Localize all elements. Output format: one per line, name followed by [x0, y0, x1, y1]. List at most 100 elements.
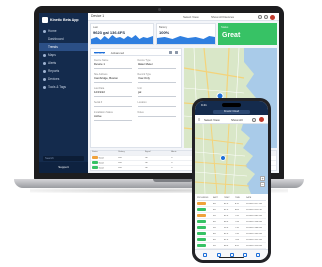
sidebar-item-reports[interactable]: Reports	[39, 67, 88, 75]
sidebar: Kinetic Beta App Home Dashboard Trends M…	[39, 13, 88, 173]
sidebar-search-input[interactable]: Search	[43, 156, 84, 161]
map-icon	[43, 53, 46, 57]
field-last-data[interactable]: Last Data 12/19/22	[94, 87, 135, 97]
show-devices-dropdown[interactable]: Show All Devices	[211, 15, 234, 19]
sidebar-item-label: Alerts	[48, 61, 57, 65]
column-header[interactable]: DATE	[246, 197, 266, 199]
status-pill	[92, 156, 98, 159]
url-field[interactable]: Kinetic Cloud	[213, 110, 250, 114]
field-installation-status[interactable]: Installation Status Active	[94, 111, 135, 121]
tabs-icon[interactable]	[256, 253, 260, 257]
sidebar-brand[interactable]: Kinetic Beta App	[39, 13, 88, 27]
field-value: Water Meter	[137, 62, 153, 66]
field-value: gal	[137, 90, 142, 95]
sidebar-item-dashboard[interactable]: Dashboard	[39, 35, 88, 43]
status-card[interactable]: Status Great	[218, 23, 277, 45]
field-value: Active	[94, 114, 102, 119]
column-header[interactable]: TIME	[235, 197, 246, 199]
phone-map[interactable]: + −	[195, 124, 268, 194]
field-location[interactable]: Location	[137, 101, 179, 107]
table-cell: Full	[118, 162, 122, 164]
summary-cards: Last 9623 gal 136.6FS Battery 100% Statu…	[90, 23, 277, 45]
sidebar-item-maps[interactable]: Maps	[39, 51, 88, 59]
bell-icon	[43, 61, 46, 65]
field-device-type[interactable]: Device Type Water Meter	[137, 59, 179, 69]
progress-cell	[197, 214, 213, 217]
sidebar-item-alerts[interactable]: Alerts	[39, 59, 88, 67]
select-view-dropdown[interactable]: Select View	[183, 15, 199, 19]
battery-sparkline	[157, 36, 215, 44]
back-icon[interactable]	[203, 253, 207, 257]
phone-table: PROGRESS BATT TEMP TIME DATE 4/5 62°F 8:12…	[197, 196, 266, 249]
table-cell: 12/19/22 3:58 PM	[246, 220, 262, 223]
sidebar-item-trends[interactable]: Trends	[39, 43, 88, 51]
battery-card[interactable]: Battery 100%	[156, 23, 216, 45]
field-underline	[94, 81, 132, 83]
sidebar-item-tools[interactable]: Tools & Tags	[39, 83, 88, 91]
column-header[interactable]: Status	[91, 151, 117, 155]
field-value: Flow Only	[137, 76, 150, 81]
field-value: 12/19/22	[94, 90, 105, 95]
column-header[interactable]: PROGRESS	[197, 197, 213, 199]
progress-pill	[197, 202, 206, 205]
table-cell: 4/5	[213, 238, 216, 241]
field-underline	[137, 115, 176, 117]
dynamic-island	[222, 103, 241, 107]
table-cell: 12/19/22 4:02 PM	[246, 214, 262, 217]
field-label: Location	[137, 101, 147, 105]
show-devices-dropdown[interactable]: Show All	[231, 118, 243, 122]
table-cell: 12/19/22 3:10 PM	[246, 244, 262, 247]
sidebar-item-label: Reports	[48, 69, 60, 73]
field-notes[interactable]: Notes	[137, 111, 179, 120]
table-cell: 12/19/22 3:46 PM	[246, 226, 262, 229]
sidebar-item-label: Tools & Tags	[48, 85, 67, 89]
avatar[interactable]	[259, 117, 264, 122]
menu-icon[interactable]: ≡	[198, 117, 200, 122]
field-site-address[interactable]: Site Address Cambridge, Boston	[94, 73, 135, 83]
device-details-panel: General Advanced Device Name Device 1 Dev…	[90, 48, 182, 148]
column-header[interactable]: Signal	[144, 151, 170, 155]
tab-advanced[interactable]: Advanced	[111, 51, 124, 55]
table-cell: 62°F	[224, 232, 229, 235]
table-cell: Full	[118, 157, 122, 159]
map-canvas	[195, 124, 268, 194]
share-icon[interactable]	[169, 51, 172, 54]
help-icon[interactable]	[264, 15, 268, 19]
report-icon	[43, 69, 46, 73]
zoom-in-button[interactable]: +	[260, 176, 265, 181]
details-tabs: General Advanced	[91, 49, 181, 56]
field-underline	[137, 81, 176, 83]
column-header[interactable]: TEMP	[224, 197, 235, 199]
zoom-out-button[interactable]: −	[260, 182, 265, 187]
avatar[interactable]	[270, 14, 275, 20]
column-header[interactable]: Battery	[117, 151, 143, 155]
field-unit[interactable]: Unit gal	[137, 87, 179, 97]
field-serial[interactable]: Serial #	[94, 101, 135, 107]
sidebar-item-home[interactable]: Home	[39, 27, 88, 35]
top-bar: Device 1 Select View Show All Devices	[88, 13, 279, 21]
gear-icon[interactable]	[252, 117, 256, 122]
table-cell: 3/5	[213, 244, 216, 247]
field-underline	[137, 67, 176, 69]
sidebar-item-devices[interactable]: Devices	[39, 75, 88, 83]
last-reading-card[interactable]: Last 9623 gal 136.6FS	[90, 23, 154, 45]
browser-bottom-bar	[195, 249, 268, 260]
table-cell: 12/19/22 4:11 PM	[246, 208, 262, 211]
field-device-name[interactable]: Device Name Device 1	[94, 59, 135, 69]
progress-pill	[197, 208, 206, 211]
support-button[interactable]: Support	[39, 162, 88, 173]
column-header[interactable]: BATT	[213, 197, 224, 199]
tab-general[interactable]: General	[94, 51, 105, 55]
edit-icon[interactable]	[175, 51, 178, 54]
home-icon	[43, 29, 46, 33]
field-record-type[interactable]: Record Type Flow Only	[137, 73, 179, 83]
field-label: Notes	[137, 111, 144, 115]
phone-toolbar: ≡ Select View Show All	[195, 115, 268, 124]
table-cell: Full	[118, 167, 122, 169]
table-cell: 60°F	[224, 244, 229, 247]
table-cell: OK	[144, 157, 148, 159]
select-view-dropdown[interactable]: Select View	[204, 118, 220, 122]
status-pill	[92, 161, 98, 164]
settings-icon[interactable]	[258, 15, 262, 19]
details-fields: Device Name Device 1 Device Type Water Met…	[91, 56, 181, 123]
